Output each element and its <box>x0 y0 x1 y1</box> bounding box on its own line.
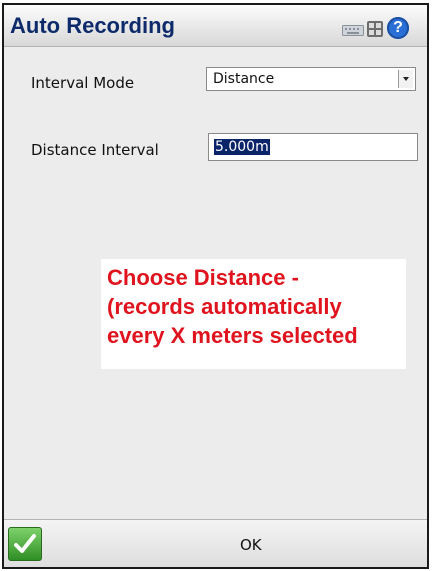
bottom-bar: OK <box>4 519 427 567</box>
keyboard-icon[interactable] <box>342 22 364 36</box>
title-bar: Auto Recording ? <box>4 5 427 47</box>
window-title: Auto Recording <box>10 13 175 38</box>
interval-mode-label: Interval Mode <box>31 74 135 92</box>
checkmark-icon[interactable] <box>8 527 42 561</box>
callout-line-2: (records automatically <box>107 294 342 319</box>
interval-mode-value: Distance <box>213 71 275 87</box>
auto-recording-window: Auto Recording ? Interval Mode Distance … <box>2 3 429 569</box>
distance-interval-value: 5.000m <box>214 139 270 155</box>
distance-interval-label: Distance Interval <box>31 141 159 159</box>
help-icon[interactable]: ? <box>387 17 409 39</box>
distance-interval-input[interactable]: 5.000m <box>208 133 418 161</box>
dropdown-arrow-icon[interactable] <box>398 70 413 88</box>
ok-button[interactable]: OK <box>240 536 262 554</box>
annotation-callout: Choose Distance - (records automatically… <box>101 259 406 369</box>
interval-mode-select[interactable]: Distance <box>206 67 416 91</box>
callout-line-1: Choose Distance - <box>107 265 299 290</box>
grid-icon[interactable] <box>366 20 384 38</box>
callout-line-3: every X meters selected <box>107 323 358 348</box>
